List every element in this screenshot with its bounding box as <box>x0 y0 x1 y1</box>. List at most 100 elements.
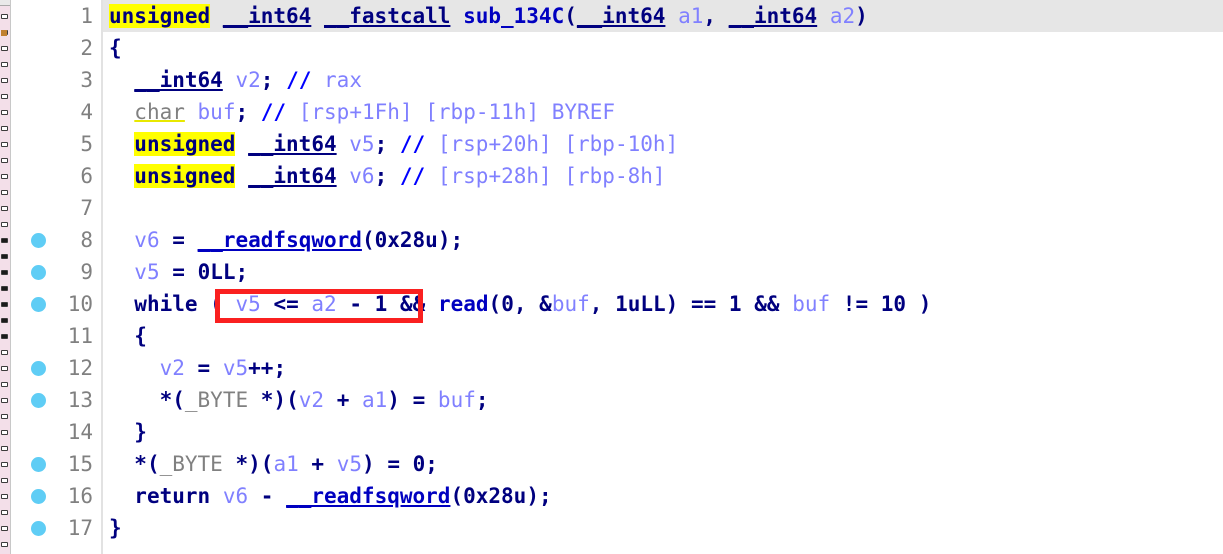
breakpoint-dot-icon[interactable] <box>31 361 46 376</box>
code-line[interactable]: return v6 - __readfsqword(0x28u); <box>103 480 1223 512</box>
code-token: h <box>526 132 540 156</box>
code-token: * <box>235 452 249 476</box>
code-token: a1 <box>678 4 704 28</box>
gutter-row[interactable]: 13 <box>11 384 101 416</box>
code-line[interactable]: v6 = __readfsqword(0x28u); <box>103 224 1223 256</box>
gutter-row[interactable]: 15 <box>11 448 101 480</box>
gutter-row[interactable]: 3 <box>11 64 101 96</box>
line-number: 4 <box>80 100 93 124</box>
navigator-tick <box>1 286 8 291</box>
code-token: v6 <box>349 164 375 188</box>
gutter-row[interactable]: 4 <box>11 96 101 128</box>
code-line[interactable]: unsigned __int64 v5; // [rsp+20h] [rbp-1… <box>103 128 1223 160</box>
gutter-row[interactable]: 7 <box>11 192 101 224</box>
navigator-tick <box>1 494 8 499</box>
breakpoint-dot-icon[interactable] <box>31 265 46 280</box>
gutter-row[interactable]: 17 <box>11 512 101 544</box>
gutter-row[interactable]: 14 <box>11 416 101 448</box>
navigator-tick <box>1 254 8 259</box>
code-line[interactable]: *(_BYTE *)(a1 + v5) = 0; <box>103 448 1223 480</box>
breakpoint-dot-icon[interactable] <box>31 393 46 408</box>
code-token: 1uLL <box>615 292 666 316</box>
line-number: 1 <box>80 4 93 28</box>
code-token: ] <box>665 132 679 156</box>
editor-gutter[interactable]: 1 2 3 4 5 6 7 8 9 10 11 12 13 14 15 16 17 <box>11 0 103 554</box>
code-line[interactable]: v2 = v5++; <box>103 352 1223 384</box>
line-number: 11 <box>67 324 93 348</box>
code-token: = <box>172 260 185 284</box>
code-line[interactable]: unsigned __int64 v6; // [rsp+28h] [rbp-8… <box>103 160 1223 192</box>
line-number: 12 <box>67 356 93 380</box>
code-token: ; <box>425 452 438 476</box>
gutter-row[interactable]: 1 <box>11 0 101 32</box>
code-token: - <box>475 100 489 124</box>
breakpoint-dot-icon[interactable] <box>31 457 46 472</box>
code-token: [ <box>437 132 451 156</box>
code-line[interactable]: } <box>103 512 1223 544</box>
code-token: & <box>766 292 780 316</box>
code-token: while <box>134 292 198 316</box>
navigator-band[interactable] <box>0 0 11 554</box>
code-token: v2 <box>298 388 325 412</box>
navigator-tick <box>1 142 8 147</box>
code-token: { <box>109 36 122 60</box>
breakpoint-dot-icon[interactable] <box>31 489 46 504</box>
code-token: ( <box>564 4 577 28</box>
highlighted-token: unsigned <box>134 132 236 156</box>
gutter-row[interactable]: 2 <box>11 32 101 64</box>
gutter-row[interactable]: 8 <box>11 224 101 256</box>
code-line[interactable]: while ( v5 <= a2 - 1 && read(0, &buf, 1u… <box>103 288 1223 320</box>
code-line[interactable]: *(_BYTE *)(v2 + a1) = buf; <box>103 384 1223 416</box>
gutter-row[interactable]: 12 <box>11 352 101 384</box>
gutter-row[interactable]: 5 <box>11 128 101 160</box>
gutter-row[interactable]: 16 <box>11 480 101 512</box>
code-token: ] <box>526 100 540 124</box>
code-token: // <box>399 164 426 188</box>
code-token: = <box>703 292 717 316</box>
code-token: + <box>260 356 274 380</box>
code-token: - <box>260 484 274 508</box>
navigator-tick <box>1 110 8 115</box>
code-line[interactable]: } <box>103 416 1223 448</box>
code-line[interactable]: char buf; // [rsp+1Fh] [rbp-11h] BYREF <box>103 96 1223 128</box>
code-token: 10 <box>627 132 653 156</box>
code-token: ; <box>374 164 388 188</box>
navigator-tick <box>1 478 8 483</box>
gutter-row[interactable]: 9 <box>11 256 101 288</box>
line-number: 10 <box>67 292 93 316</box>
code-line[interactable]: v5 = 0LL; <box>103 256 1223 288</box>
code-line[interactable]: { <box>103 320 1223 352</box>
gutter-row[interactable]: 11 <box>11 320 101 352</box>
breakpoint-dot-icon[interactable] <box>31 297 46 312</box>
code-area[interactable]: unsigned __int64 __fastcall sub_134C(__i… <box>103 0 1223 554</box>
code-line[interactable]: { <box>103 32 1223 64</box>
code-line[interactable]: __int64 v2; // rax <box>103 64 1223 96</box>
highlighted-token: unsigned <box>134 164 236 188</box>
breakpoint-dot-icon[interactable] <box>31 233 46 248</box>
navigator-tick <box>1 526 8 531</box>
code-line[interactable] <box>103 192 1223 224</box>
navigator-tick <box>1 398 8 403</box>
gutter-row[interactable]: 6 <box>11 160 101 192</box>
breakpoint-dot-icon[interactable] <box>31 521 46 536</box>
code-token: ) <box>665 292 679 316</box>
gutter-row[interactable]: 10 <box>11 288 101 320</box>
code-token: ( <box>210 292 223 316</box>
code-line[interactable]: unsigned __int64 __fastcall sub_134C(__i… <box>103 0 1223 32</box>
code-token: _BYTE <box>159 452 223 476</box>
code-token: - <box>614 164 628 188</box>
code-token: __int64 <box>134 68 223 92</box>
code-token: ; <box>538 484 552 508</box>
